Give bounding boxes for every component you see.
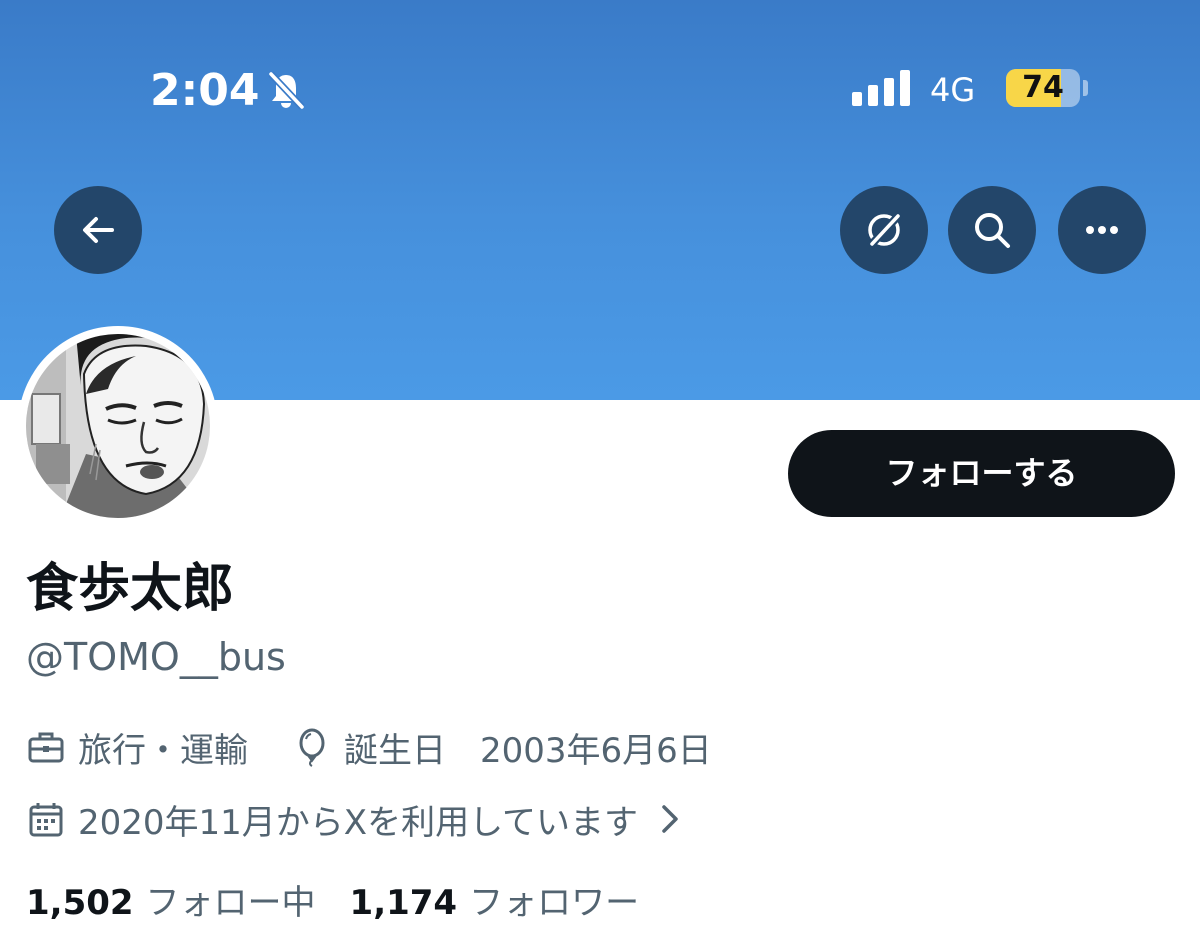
following-link[interactable]: 1,502 フォロー中 xyxy=(26,875,316,924)
followers-link[interactable]: 1,174 フォロワー xyxy=(350,875,640,924)
profile-meta-row: 旅行・運輸 誕生日 2003年6月6日 xyxy=(26,724,712,771)
follow-button[interactable]: フォローする xyxy=(788,430,1175,517)
search-button[interactable] xyxy=(948,186,1036,274)
calendar-icon xyxy=(26,799,66,839)
briefcase-icon xyxy=(26,727,66,767)
follow-counts: 1,502 フォロー中 1,174 フォロワー xyxy=(26,875,640,924)
following-label: フォロー中 xyxy=(145,882,316,923)
grok-icon xyxy=(867,211,903,249)
status-time: 2:04 xyxy=(150,65,260,116)
signal-bars-icon xyxy=(852,70,912,110)
network-type: 4G xyxy=(930,71,976,109)
grok-button[interactable] xyxy=(840,186,928,274)
avatar-illustration xyxy=(26,334,210,518)
balloon-icon xyxy=(292,727,332,767)
profile-category: 旅行・運輸 xyxy=(78,730,248,771)
search-icon xyxy=(975,213,1010,248)
followers-label: フォロワー xyxy=(469,882,640,923)
followers-count: 1,174 xyxy=(349,882,458,923)
joined-date: 2020年11月からXを利用しています xyxy=(78,802,639,843)
chevron-right-icon xyxy=(650,799,690,839)
joined-row[interactable]: 2020年11月からXを利用しています xyxy=(26,796,702,843)
bell-slash-icon xyxy=(266,70,306,114)
battery-level: 74 xyxy=(1022,70,1064,105)
display-name: 食歩太郎 xyxy=(26,559,235,619)
battery-icon: 74 xyxy=(1006,69,1080,107)
back-button[interactable] xyxy=(54,186,142,274)
more-dots-icon xyxy=(1086,226,1118,234)
handle: @TOMO__bus xyxy=(26,635,286,679)
birthday: 誕生日 2003年6月6日 xyxy=(344,730,712,771)
following-count: 1,502 xyxy=(26,882,134,923)
back-arrow-icon xyxy=(83,217,114,243)
more-button[interactable] xyxy=(1058,186,1146,274)
battery-tip xyxy=(1083,80,1088,96)
avatar[interactable] xyxy=(18,326,218,526)
